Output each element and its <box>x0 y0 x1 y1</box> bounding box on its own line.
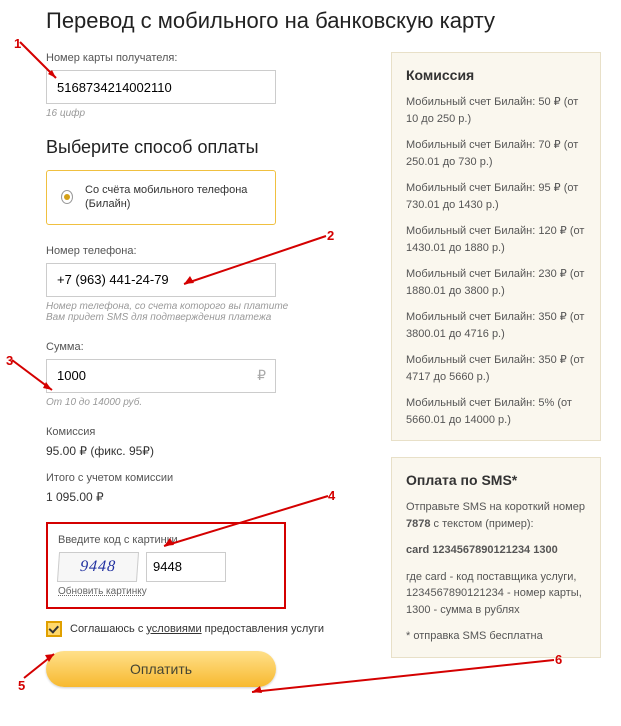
commission-panel: Комиссия Мобильный счет Билайн: 50 ₽ (от… <box>391 52 601 441</box>
total-value: 1 095.00 ₽ <box>46 490 371 504</box>
captcha-box: Введите код с картинки 9448 Обновить кар… <box>46 522 286 609</box>
captcha-refresh-link[interactable]: Обновить картинку <box>58 586 147 597</box>
agree-text: Соглашаюсь с условиями предоставления ус… <box>70 623 324 635</box>
side-column: Комиссия Мобильный счет Билайн: 50 ₽ (от… <box>391 52 601 687</box>
fee-label: Комиссия <box>46 426 371 438</box>
agree-row: Соглашаюсь с условиями предоставления ус… <box>46 621 371 637</box>
agree-checkbox[interactable] <box>46 621 62 637</box>
phone-hint1: Номер телефона, со счета которого вы пла… <box>46 301 371 312</box>
fee-value: 95.00 ₽ (фикс. 95₽) <box>46 444 371 458</box>
annotation-3: 3 <box>6 353 13 368</box>
phone-hint2: Вам придет SMS для подтверждения платежа <box>46 312 371 323</box>
commission-tier: Мобильный счет Билайн: 50 ₽ (от 10 до 25… <box>406 94 586 127</box>
commission-list: Мобильный счет Билайн: 50 ₽ (от 10 до 25… <box>406 94 586 428</box>
fee-group: Комиссия 95.00 ₽ (фикс. 95₽) Итого с уче… <box>46 426 371 504</box>
sms-example: card 1234567890121234 1300 <box>406 542 586 559</box>
form-column: Номер карты получателя: 16 цифр Выберите… <box>46 52 371 687</box>
amount-hint: От 10 до 14000 руб. <box>46 397 371 408</box>
payment-option-beeline[interactable]: Со счёта мобильного телефона (Билайн) <box>46 170 276 225</box>
card-group: Номер карты получателя: 16 цифр <box>46 52 371 119</box>
commission-tier: Мобильный счет Билайн: 70 ₽ (от 250.01 д… <box>406 137 586 170</box>
annotation-5: 5 <box>18 678 25 693</box>
annotation-1: 1 <box>14 36 21 51</box>
commission-tier: Мобильный счет Билайн: 350 ₽ (от 4717 до… <box>406 352 586 385</box>
card-label: Номер карты получателя: <box>46 52 371 64</box>
amount-label: Сумма: <box>46 341 371 353</box>
commission-tier: Мобильный счет Билайн: 230 ₽ (от 1880.01… <box>406 266 586 299</box>
sms-instruction: Отправьте SMS на короткий номер 7878 с т… <box>406 499 586 532</box>
sms-heading: Оплата по SMS* <box>406 470 586 491</box>
agree-post: предоставления услуги <box>202 623 324 635</box>
amount-group: Сумма: ₽ От 10 до 14000 руб. <box>46 341 371 408</box>
pay-button[interactable]: Оплатить <box>46 651 276 687</box>
commission-heading: Комиссия <box>406 65 586 86</box>
sms-panel: Оплата по SMS* Отправьте SMS на короткий… <box>391 457 601 658</box>
radio-selected-icon <box>61 190 73 204</box>
sms-note: * отправка SMS бесплатна <box>406 628 586 645</box>
sms-explain: где card - код поставщика услуги, 123456… <box>406 569 586 619</box>
captcha-image: 9448 <box>57 552 139 582</box>
phone-input[interactable] <box>46 263 276 297</box>
captcha-input[interactable] <box>146 552 226 582</box>
commission-tier: Мобильный счет Билайн: 120 ₽ (от 1430.01… <box>406 223 586 256</box>
payment-option-label: Со счёта мобильного телефона (Билайн) <box>85 183 261 212</box>
payment-heading: Выберите способ оплаты <box>46 137 371 158</box>
phone-group: Номер телефона: Номер телефона, со счета… <box>46 245 371 323</box>
agree-pre: Соглашаюсь с <box>70 623 146 635</box>
commission-tier: Мобильный счет Билайн: 95 ₽ (от 730.01 д… <box>406 180 586 213</box>
commission-tier: Мобильный счет Билайн: 5% (от 5660.01 до… <box>406 395 586 428</box>
commission-tier: Мобильный счет Билайн: 350 ₽ (от 3800.01… <box>406 309 586 342</box>
total-label: Итого с учетом комиссии <box>46 472 371 484</box>
agree-terms-link[interactable]: условиями <box>146 623 201 635</box>
captcha-label: Введите код с картинки <box>58 534 274 546</box>
card-hint: 16 цифр <box>46 108 371 119</box>
card-input[interactable] <box>46 70 276 104</box>
currency-icon: ₽ <box>257 367 266 384</box>
phone-label: Номер телефона: <box>46 245 371 257</box>
amount-input[interactable] <box>46 359 276 393</box>
page-title: Перевод с мобильного на банковскую карту <box>46 8 601 34</box>
